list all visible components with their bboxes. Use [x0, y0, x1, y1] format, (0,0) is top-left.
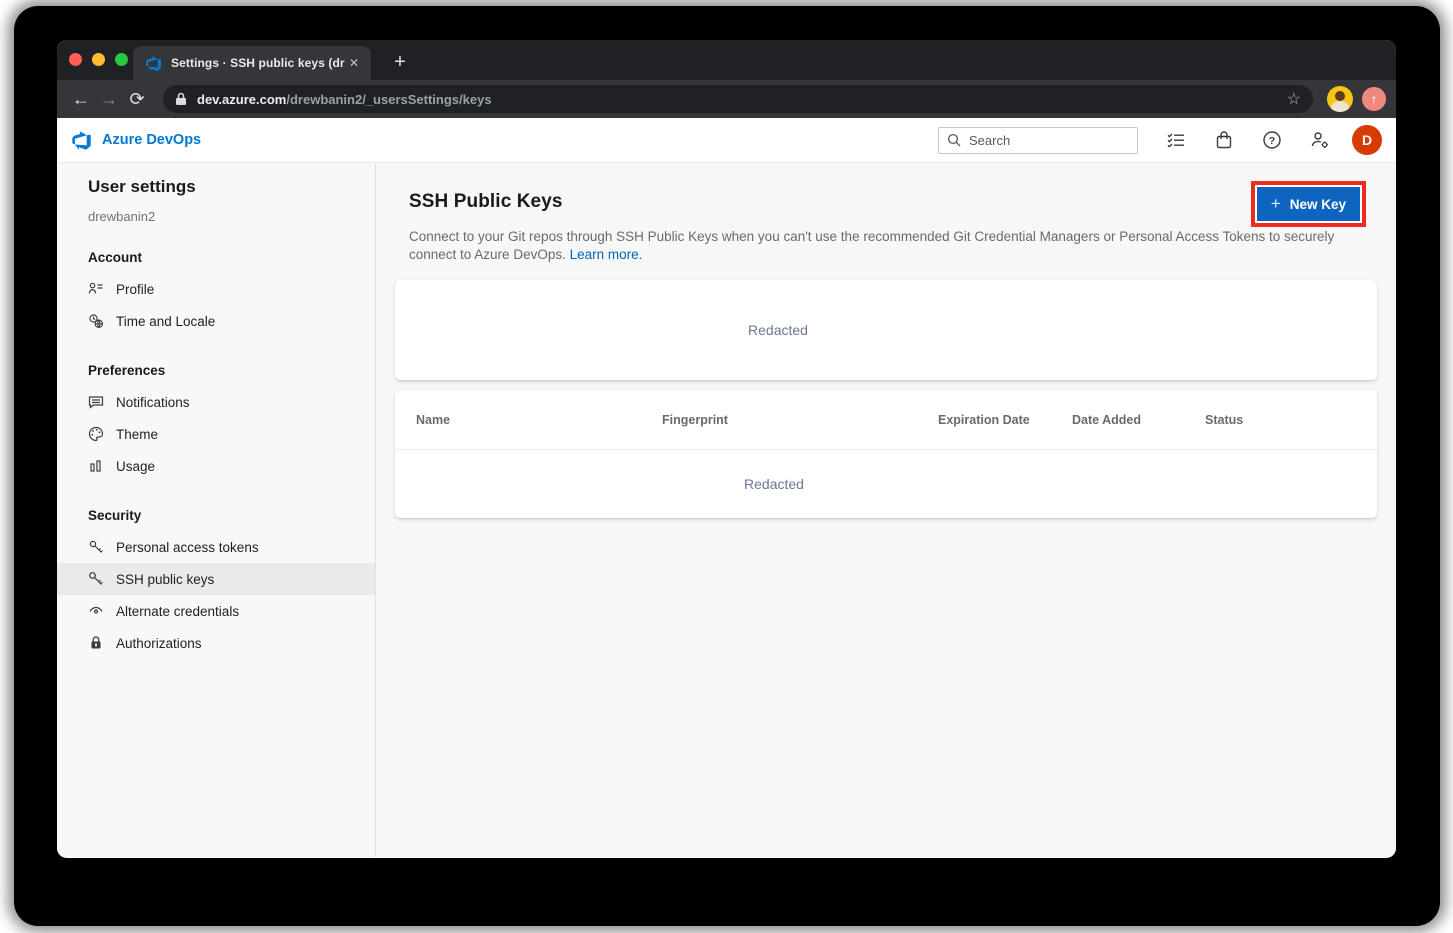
sidebar-title: User settings: [88, 177, 375, 197]
ssh-key-icon: [88, 571, 104, 587]
sidebar-item-label: Time and Locale: [116, 314, 215, 329]
svg-text:?: ?: [1269, 135, 1275, 147]
product-name: Azure DevOps: [102, 132, 201, 148]
browser-tab[interactable]: Settings · SSH public keys (dre ✕: [133, 46, 371, 80]
chrome-profile-avatar[interactable]: [1327, 86, 1353, 112]
tab-close-icon[interactable]: ✕: [345, 54, 363, 72]
redacted-text: Redacted: [744, 476, 804, 492]
account-avatar[interactable]: D: [1352, 125, 1382, 155]
section-preferences: Preferences: [88, 363, 375, 378]
sidebar-item-time-and-locale[interactable]: Time and Locale: [57, 305, 375, 337]
url-text: dev.azure.com/drewbanin2/_usersSettings/…: [197, 92, 1279, 107]
learn-more-link[interactable]: Learn more.: [570, 247, 643, 262]
sidebar-item-label: Notifications: [116, 395, 190, 410]
traffic-lights: [69, 53, 128, 66]
header-actions: ? D: [938, 125, 1382, 155]
sidebar-item-profile[interactable]: Profile: [57, 273, 375, 305]
page-description: Connect to your Git repos through SSH Pu…: [409, 228, 1359, 263]
sidebar-item-authorizations[interactable]: Authorizations: [57, 627, 375, 659]
address-bar[interactable]: dev.azure.com/drewbanin2/_usersSettings/…: [163, 85, 1313, 113]
settings-sidebar: User settings drewbanin2 Account Profile…: [57, 163, 376, 857]
close-window-button[interactable]: [69, 53, 82, 66]
redacted-text: Redacted: [748, 322, 808, 338]
plus-icon: +: [1271, 194, 1281, 214]
marketplace-bag-icon[interactable]: [1214, 130, 1234, 150]
eye-icon: [88, 603, 104, 619]
page-body: User settings drewbanin2 Account Profile…: [57, 163, 1396, 857]
work-items-list-icon[interactable]: [1166, 130, 1186, 150]
search-icon: [947, 133, 961, 147]
azure-devops-logo-icon: [71, 130, 92, 151]
reload-icon[interactable]: ⟳: [123, 85, 151, 113]
help-icon[interactable]: ?: [1262, 130, 1282, 150]
column-header-date-added: Date Added: [1072, 413, 1205, 427]
sidebar-username: drewbanin2: [88, 209, 375, 224]
notifications-icon: [88, 394, 104, 410]
column-header-name: Name: [416, 413, 662, 427]
browser-toolbar: ← → ⟳ dev.azure.com/drewbanin2/_usersSet…: [57, 80, 1396, 118]
ssl-lock-icon: [175, 92, 187, 106]
page-title: SSH Public Keys: [409, 163, 1377, 213]
theme-icon: [88, 426, 104, 442]
sidebar-item-personal-access-tokens[interactable]: Personal access tokens: [57, 531, 375, 563]
ssh-keys-table-card: Name Fingerprint Expiration Date Date Ad…: [395, 390, 1377, 518]
sidebar-item-label: Usage: [116, 459, 155, 474]
column-header-fingerprint: Fingerprint: [662, 413, 938, 427]
sidebar-item-label: Alternate credentials: [116, 604, 239, 619]
sidebar-item-usage[interactable]: Usage: [57, 450, 375, 482]
main-content: SSH Public Keys Connect to your Git repo…: [376, 163, 1396, 857]
key-icon: [88, 539, 104, 555]
bookmark-star-icon[interactable]: ☆: [1287, 89, 1301, 109]
new-tab-button[interactable]: +: [387, 50, 413, 76]
sidebar-item-alternate-credentials[interactable]: Alternate credentials: [57, 595, 375, 627]
sidebar-item-label: Personal access tokens: [116, 540, 259, 555]
tab-title: Settings · SSH public keys (dre: [171, 56, 345, 70]
section-account: Account: [88, 250, 375, 265]
azure-devops-favicon-icon: [145, 55, 162, 72]
browser-window: Settings · SSH public keys (dre ✕ + ← → …: [57, 40, 1396, 858]
sidebar-item-theme[interactable]: Theme: [57, 418, 375, 450]
table-row: Redacted: [395, 450, 1377, 517]
sidebar-item-label: Profile: [116, 282, 154, 297]
column-header-status: Status: [1205, 413, 1377, 427]
user-settings-icon[interactable]: [1310, 130, 1330, 150]
section-security: Security: [88, 508, 375, 523]
azure-devops-header: Azure DevOps: [57, 118, 1396, 163]
url-domain: dev.azure.com: [197, 92, 286, 107]
annotation-highlight-box: + New Key: [1251, 181, 1366, 227]
column-header-expiration-date: Expiration Date: [938, 413, 1072, 427]
azure-devops-home-link[interactable]: Azure DevOps: [71, 130, 201, 151]
chrome-update-icon[interactable]: ↑: [1362, 87, 1386, 111]
url-path: /drewbanin2/_usersSettings/keys: [286, 92, 491, 107]
minimize-window-button[interactable]: [92, 53, 105, 66]
time-locale-icon: [88, 313, 104, 329]
sidebar-item-notifications[interactable]: Notifications: [57, 386, 375, 418]
profile-icon: [88, 281, 104, 297]
sidebar-item-label: SSH public keys: [116, 572, 214, 587]
back-icon[interactable]: ←: [67, 85, 95, 113]
lock-icon: [88, 635, 104, 651]
search-box[interactable]: [938, 127, 1138, 154]
tab-strip: Settings · SSH public keys (dre ✕ +: [57, 40, 1396, 80]
sidebar-item-label: Authorizations: [116, 636, 202, 651]
usage-icon: [88, 458, 104, 474]
sidebar-item-ssh-public-keys[interactable]: SSH public keys: [57, 563, 375, 595]
search-input[interactable]: [969, 133, 1119, 148]
table-header-row: Name Fingerprint Expiration Date Date Ad…: [395, 390, 1377, 450]
forward-icon: →: [95, 85, 123, 113]
ssh-key-info-card: Redacted: [395, 280, 1377, 380]
zoom-window-button[interactable]: [115, 53, 128, 66]
sidebar-item-label: Theme: [116, 427, 158, 442]
new-key-button-label: New Key: [1290, 197, 1346, 212]
new-key-button[interactable]: + New Key: [1257, 187, 1360, 221]
